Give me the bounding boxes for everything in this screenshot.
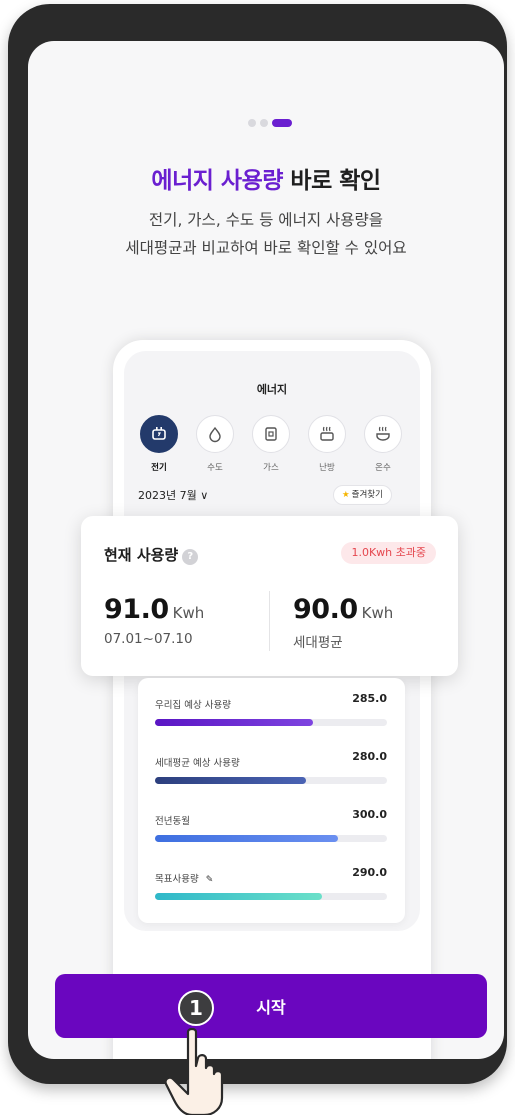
- average-usage-caption: 세대평균: [293, 635, 343, 651]
- my-usage: 91.0 Kwh 07.01~07.10: [104, 594, 204, 647]
- exceed-badge: 1.0Kwh 초과중: [341, 542, 436, 564]
- electricity-icon: [140, 415, 178, 453]
- usage-bar-track: [155, 893, 387, 900]
- current-usage-card: 현재 사용량? 1.0Kwh 초과중 91.0 Kwh 07.01~07.10 9…: [81, 516, 458, 676]
- hot-water-icon: [364, 415, 402, 453]
- month-selector: 2023년 7월 ∨: [138, 489, 209, 502]
- onboarding-subtitle: 전기, 가스, 수도 등 에너지 사용량을 세대평균과 비교하여 바로 확인할 …: [28, 206, 504, 262]
- usage-row: 전년동월 300.0: [155, 808, 387, 842]
- my-usage-value: 91.0: [104, 594, 169, 625]
- category-electricity: 전기: [139, 415, 179, 473]
- favorites-label: 즐겨찾기: [351, 490, 383, 500]
- usage-row-label: 우리집 예상 사용량: [155, 700, 231, 711]
- usage-row-label: 목표사용량: [155, 874, 199, 885]
- usage-row-label: 전년동월: [155, 816, 190, 827]
- preview-title: 에너지: [256, 383, 288, 396]
- category-water: 수도: [195, 415, 235, 473]
- water-drop-icon: [196, 415, 234, 453]
- page-dot: [260, 119, 268, 127]
- category-hot-water: 온수: [363, 415, 403, 473]
- headline-accent: 에너지 사용량: [151, 168, 283, 194]
- category-label: 전기: [151, 463, 167, 473]
- usage-bar-fill: [155, 835, 339, 842]
- current-usage-label: 현재 사용량: [104, 546, 179, 564]
- page-dot: [248, 119, 256, 127]
- phone-frame: 에너지 사용량 바로 확인 전기, 가스, 수도 등 에너지 사용량을 세대평균…: [8, 4, 507, 1084]
- app-screen: 에너지 사용량 바로 확인 전기, 가스, 수도 등 에너지 사용량을 세대평균…: [28, 41, 504, 1059]
- help-icon: ?: [182, 549, 199, 565]
- usage-row: 목표사용량 ✎ 290.0: [155, 866, 387, 900]
- onboarding-headline: 에너지 사용량 바로 확인: [28, 161, 504, 195]
- start-button[interactable]: 시작: [55, 974, 487, 1038]
- usage-row-value: 290.0: [352, 866, 387, 879]
- subtitle-line-1: 전기, 가스, 수도 등 에너지 사용량을: [148, 211, 384, 229]
- pencil-icon: ✎: [205, 875, 214, 885]
- category-label: 수도: [207, 463, 223, 473]
- usage-bar-fill: [155, 893, 323, 900]
- usage-bar-fill: [155, 719, 313, 726]
- category-label: 가스: [263, 463, 279, 473]
- usage-bar-track: [155, 719, 387, 726]
- favorites-chip: ★ 즐겨찾기: [333, 485, 392, 505]
- divider: [269, 591, 270, 651]
- usage-row: 세대평균 예상 사용량 280.0: [155, 750, 387, 784]
- usage-bar-track: [155, 835, 387, 842]
- usage-row-value: 300.0: [352, 808, 387, 821]
- category-heating: 난방: [307, 415, 347, 473]
- current-usage-title: 현재 사용량?: [104, 544, 199, 565]
- usage-row-label: 세대평균 예상 사용량: [155, 758, 240, 769]
- usage-row-value: 280.0: [352, 750, 387, 763]
- my-usage-period: 07.01~07.10: [104, 631, 193, 647]
- average-usage-value: 90.0: [293, 594, 358, 625]
- heating-icon: [308, 415, 346, 453]
- my-usage-unit: Kwh: [172, 604, 205, 622]
- star-icon: ★: [342, 490, 350, 500]
- usage-bar-track: [155, 777, 387, 784]
- average-usage: 90.0 Kwh 세대평균: [293, 594, 393, 651]
- category-gas: 가스: [251, 415, 291, 473]
- headline-rest: 바로 확인: [290, 168, 381, 194]
- usage-list-card: 우리집 예상 사용량 285.0 세대평균 예상 사용량 280.0 전년동월 …: [138, 678, 405, 923]
- gas-icon: [252, 415, 290, 453]
- category-label: 온수: [375, 463, 391, 473]
- page-dot-active: [272, 119, 292, 127]
- category-label: 난방: [319, 463, 335, 473]
- usage-bar-fill: [155, 777, 306, 784]
- tap-hand-icon: [164, 1028, 224, 1115]
- usage-row-value: 285.0: [352, 692, 387, 705]
- average-usage-unit: Kwh: [361, 604, 394, 622]
- step-marker-badge: 1: [178, 990, 214, 1026]
- subtitle-line-2: 세대평균과 비교하여 바로 확인할 수 있어요: [125, 239, 407, 257]
- usage-row: 우리집 예상 사용량 285.0: [155, 692, 387, 726]
